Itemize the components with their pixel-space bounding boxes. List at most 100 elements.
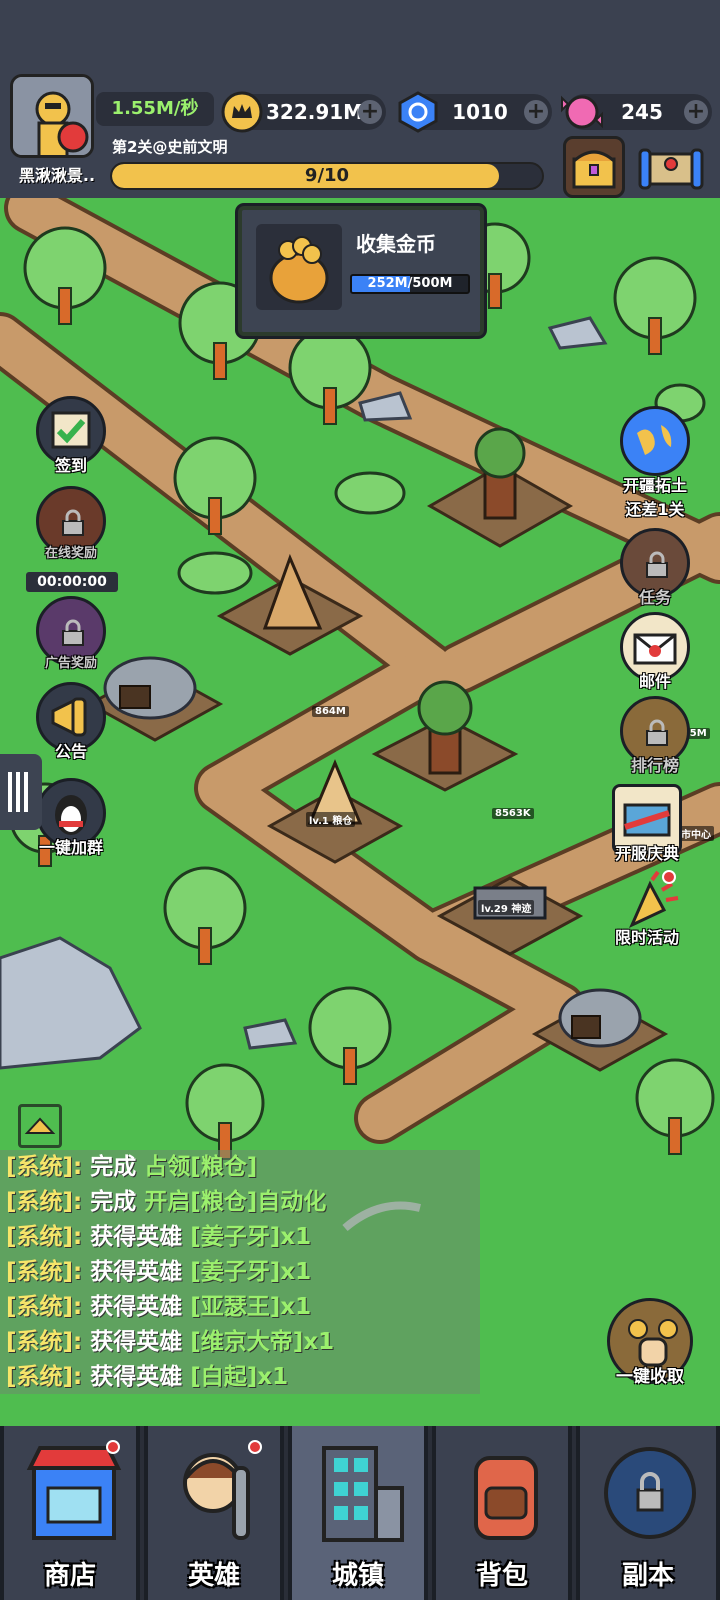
gold-resource: 322.91M +: [221, 91, 386, 133]
treasure-chest-button[interactable]: [563, 136, 625, 198]
announcement-button[interactable]: 公告: [32, 682, 110, 762]
collect-gold-progress-text: 252M/500M: [367, 276, 453, 291]
gem-resource: 1010 +: [398, 91, 552, 133]
treasure-chest-icon: [572, 150, 616, 189]
side-drawer-handle[interactable]: [0, 754, 42, 830]
chat-act: 获得英雄: [90, 1364, 183, 1390]
party-popper-icon: [612, 870, 682, 930]
shrine-level-label: lv.29 神迹: [478, 900, 535, 915]
chat-line: [系统]: 获得英雄 [维京大帝]x1: [0, 1325, 480, 1360]
player-avatar[interactable]: [10, 74, 94, 158]
limited-event-label: 限时活动: [614, 928, 679, 947]
mail-button[interactable]: 邮件: [616, 612, 694, 692]
checkin-label: 签到: [54, 456, 87, 475]
system-chat-log[interactable]: [系统]: 完成 占领[粮仓] [系统]: 完成 开启[粮仓]自动化 [系统]: 获…: [0, 1150, 480, 1394]
chat-act: 获得英雄: [90, 1329, 183, 1355]
add-candy-button[interactable]: +: [684, 100, 708, 124]
candy-value: 245: [621, 100, 663, 124]
harvest-all-label: 一键收取: [616, 1367, 684, 1387]
online-reward-button[interactable]: 在线奖励: [32, 486, 110, 561]
candy-icon: [561, 95, 603, 129]
harvest-all-button[interactable]: 一键收取: [598, 1298, 702, 1387]
mail-label: 邮件: [638, 672, 671, 691]
lock-icon: [62, 619, 84, 646]
chat-act: 获得英雄: [90, 1224, 183, 1250]
chat-tag: [系统]:: [6, 1189, 83, 1215]
checkin-button[interactable]: 签到: [32, 396, 110, 476]
online-reward-label: 在线奖励: [44, 546, 97, 561]
chat-line: [系统]: 获得英雄 [姜子牙]x1: [0, 1255, 480, 1290]
map-scroll-icon: [638, 148, 704, 190]
ad-reward-button[interactable]: 广告奖励: [32, 596, 110, 671]
granary-income-badge[interactable]: 864M: [312, 706, 349, 717]
candy-resource: 245 +: [561, 94, 712, 130]
gem-value: 1010: [452, 100, 508, 124]
limited-event-button[interactable]: 限时活动: [608, 870, 686, 948]
expand-territory-label: 开疆拓土: [622, 476, 687, 495]
shop-notification-dot: [106, 1440, 120, 1454]
status-bar: [0, 0, 720, 70]
tab-shop-label: 商店: [43, 1561, 96, 1591]
collect-gold-title: 收集金币: [356, 232, 436, 256]
join-group-label: 一键加群: [38, 838, 103, 857]
gold-pot-icon: [256, 224, 342, 310]
top-bar: 黑湫湫景.. 1.55M/秒 322.91M + 1010 + 245 + 第2…: [0, 70, 720, 198]
add-gems-button[interactable]: +: [524, 100, 548, 124]
shrine-income-badge[interactable]: 8563K: [492, 808, 534, 819]
lock-icon: [646, 719, 668, 746]
join-group-button[interactable]: 一键加群: [32, 778, 110, 858]
bottom-navigation: 商店 英雄 城镇 背包 副本: [0, 1426, 720, 1600]
chat-obj: [姜子牙]x1: [190, 1224, 312, 1250]
chevron-up-icon: [24, 1117, 56, 1134]
crown-coin-icon: [221, 91, 263, 133]
chat-tag: [系统]:: [6, 1364, 83, 1390]
income-rate: 1.55M/秒: [96, 92, 214, 126]
tab-shop[interactable]: 商店: [0, 1426, 140, 1600]
chat-obj: 开启[粮仓]自动化: [144, 1189, 327, 1215]
chat-act: 获得英雄: [90, 1259, 183, 1285]
chat-line: [系统]: 获得英雄 [姜子牙]x1: [0, 1220, 480, 1255]
chat-line: [系统]: 获得英雄 [亚瑟王]x1: [0, 1290, 480, 1325]
chat-act: 完成: [90, 1154, 137, 1180]
server-celebration-label: 开服庆典: [614, 844, 679, 863]
heroes-notification-dot: [248, 1440, 262, 1454]
level-progress-text: 9/10: [304, 165, 350, 186]
collect-gold-progress: 252M/500M: [350, 274, 470, 294]
chat-obj: 占领[粮仓]: [144, 1154, 258, 1180]
chat-obj: [白起]x1: [190, 1364, 289, 1390]
announcement-label: 公告: [54, 742, 87, 761]
tasks-button[interactable]: 任务: [616, 528, 694, 608]
tab-town-label: 城镇: [331, 1561, 384, 1591]
expand-territory-button[interactable]: 开疆拓土 还差1关: [616, 406, 694, 520]
server-celebration-button[interactable]: 开服庆典: [608, 784, 686, 864]
chat-tag: [系统]:: [6, 1224, 83, 1250]
online-reward-timer: 00:00:00: [26, 572, 118, 592]
lock-icon: [62, 509, 84, 536]
tab-town[interactable]: 城镇: [288, 1426, 428, 1600]
chat-obj: [维京大帝]x1: [190, 1329, 335, 1355]
level-label: 第2关@史前文明: [112, 138, 228, 156]
leaderboard-label: 排行榜: [630, 756, 679, 775]
backpack-icon: [474, 1456, 538, 1540]
tab-backpack-label: 背包: [475, 1561, 528, 1591]
chat-collapse-button[interactable]: [18, 1104, 62, 1148]
town-building-icon: [322, 1446, 404, 1542]
granary-level-label: lv.1 粮仓: [306, 812, 356, 827]
tab-heroes-label: 英雄: [187, 1561, 240, 1591]
tab-heroes[interactable]: 英雄: [144, 1426, 284, 1600]
world-map-button[interactable]: [636, 140, 706, 196]
tab-dungeon-label: 副本: [621, 1561, 674, 1591]
tab-backpack[interactable]: 背包: [432, 1426, 572, 1600]
tab-dungeon[interactable]: 副本: [576, 1426, 720, 1600]
collect-gold-panel[interactable]: 收集金币 252M/500M: [238, 206, 484, 336]
chat-obj: [姜子牙]x1: [190, 1259, 312, 1285]
chat-tag: [系统]:: [6, 1154, 83, 1180]
chat-tag: [系统]:: [6, 1329, 83, 1355]
level-progress-bar: 9/10: [110, 162, 544, 190]
leaderboard-button[interactable]: 排行榜: [616, 696, 694, 776]
chat-tag: [系统]:: [6, 1259, 83, 1285]
chat-act: 获得英雄: [90, 1294, 183, 1320]
add-gold-button[interactable]: +: [358, 100, 382, 124]
chat-line: [系统]: 完成 占领[粮仓]: [0, 1150, 480, 1185]
dungeon-globe-icon: [604, 1447, 696, 1539]
